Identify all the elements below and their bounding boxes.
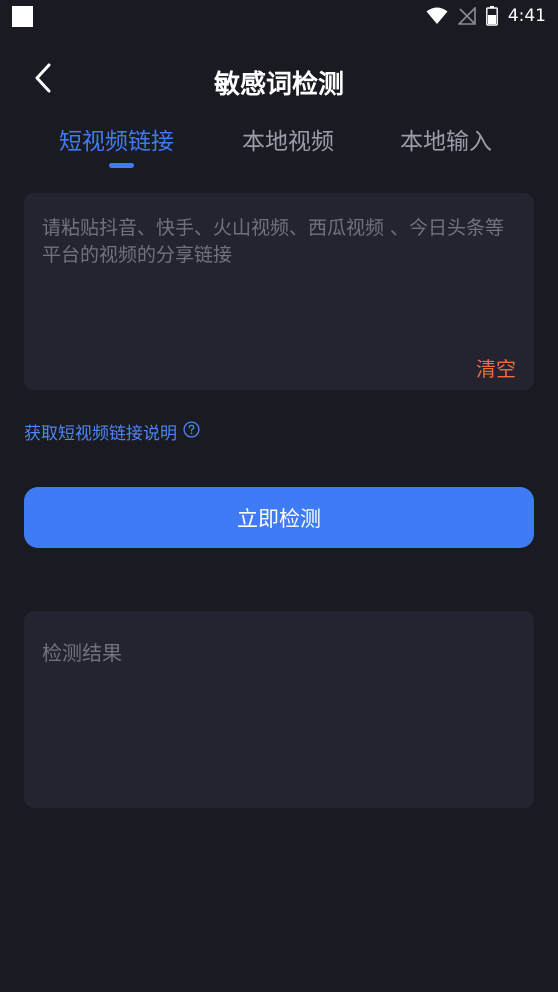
app-header: 敏感词检测 bbox=[0, 52, 558, 108]
status-bar: 4:41 bbox=[0, 0, 558, 32]
wifi-icon bbox=[426, 7, 448, 25]
tab-local-input[interactable]: 本地输入 bbox=[400, 122, 492, 156]
status-left bbox=[12, 5, 33, 27]
help-link-label: 获取短视频链接说明 bbox=[24, 424, 177, 444]
active-tab-indicator bbox=[109, 163, 134, 168]
share-link-input[interactable] bbox=[42, 215, 516, 335]
notification-square-icon bbox=[12, 5, 33, 27]
tab-local-video[interactable]: 本地视频 bbox=[242, 122, 334, 156]
status-time: 4:41 bbox=[507, 6, 546, 26]
status-right: 4:41 bbox=[426, 6, 546, 26]
result-placeholder: 检测结果 bbox=[42, 641, 122, 665]
tab-short-video-link[interactable]: 短视频链接 bbox=[59, 122, 174, 156]
clear-button[interactable]: 清空 bbox=[476, 353, 516, 382]
question-circle-icon bbox=[183, 420, 200, 443]
result-card: 检测结果 bbox=[24, 611, 534, 808]
link-input-card: 清空 bbox=[24, 193, 534, 390]
page-title: 敏感词检测 bbox=[213, 70, 344, 100]
tab-bar: 短视频链接 本地视频 本地输入 bbox=[0, 122, 558, 172]
link-help-link[interactable]: 获取短视频链接说明 bbox=[24, 419, 200, 444]
battery-icon bbox=[485, 6, 498, 26]
detect-now-button[interactable]: 立即检测 bbox=[24, 487, 534, 548]
no-signal-icon bbox=[457, 7, 476, 25]
